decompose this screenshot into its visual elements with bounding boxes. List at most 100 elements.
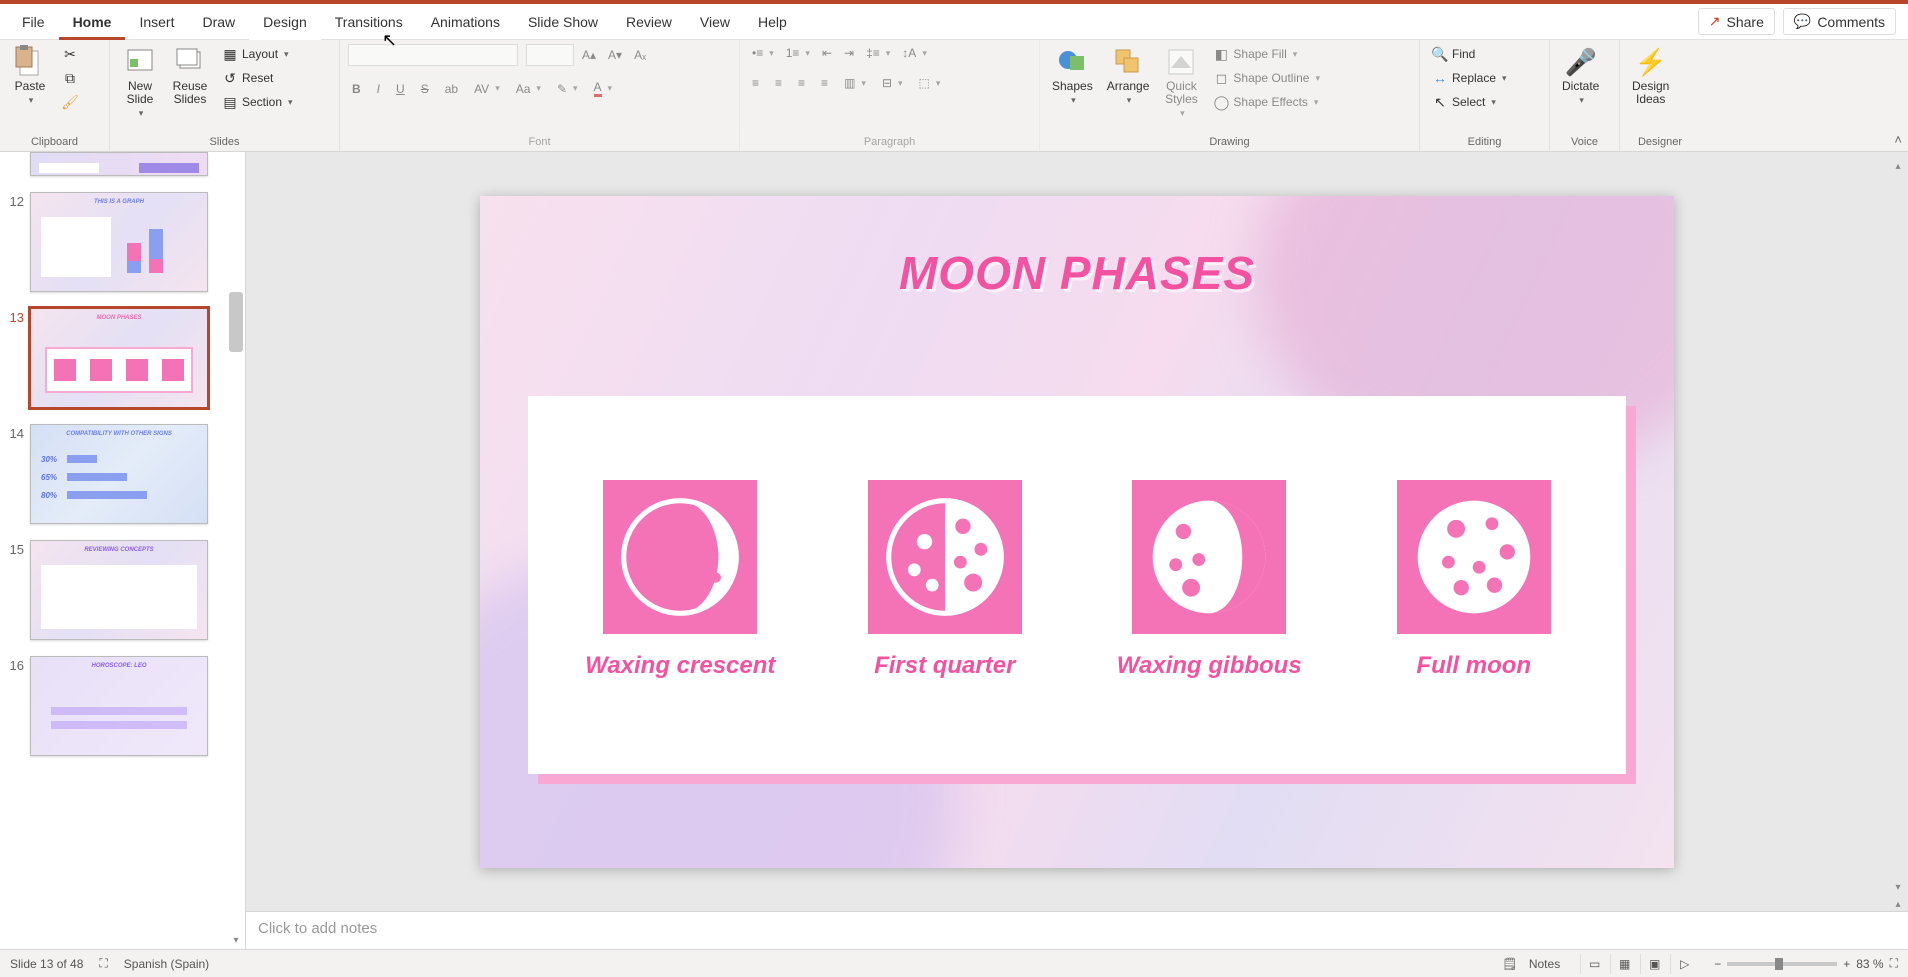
text-shadow-button[interactable]: ab [441,80,462,98]
select-button[interactable]: ↖Select▾ [1428,92,1500,112]
increase-font-button[interactable]: A▴ [578,46,600,64]
quick-styles-button[interactable]: Quick Styles ▾ [1159,44,1203,121]
font-size-input[interactable] [526,44,574,66]
content-card[interactable]: Waxing crescent [528,396,1626,774]
scroll-down-icon[interactable]: ▾ [229,933,243,947]
reading-view-button[interactable]: ▣ [1640,954,1668,974]
slide-thumb-15[interactable]: 15 REVIEWING CONCEPTS [4,540,237,640]
collapse-ribbon-button[interactable]: ˄ [1894,132,1902,147]
tab-file[interactable]: File [8,4,59,40]
editor-scrollbar[interactable]: ▴ ▾ [1890,158,1906,895]
scroll-up-icon[interactable]: ▴ [1890,158,1906,174]
slideshow-view-button[interactable]: ▷ [1670,954,1698,974]
reuse-slides-button[interactable]: Reuse Slides [168,44,212,108]
sorter-view-button[interactable]: ▦ [1610,954,1638,974]
section-button[interactable]: ▤Section▾ [218,92,297,112]
tab-review[interactable]: Review [612,4,686,40]
quick-styles-label: Quick Styles [1165,80,1198,106]
design-ideas-button[interactable]: ⚡ Design Ideas [1628,44,1673,108]
numbering-button[interactable]: 1≡▾ [782,44,814,62]
reset-button[interactable]: ↺Reset [218,68,277,88]
shape-fill-button[interactable]: ◧Shape Fill▾ [1209,44,1301,64]
align-left-button[interactable]: ≡ [748,74,763,92]
zoom-in-button[interactable]: + [1843,957,1850,971]
italic-button[interactable]: I [373,80,384,98]
replace-button[interactable]: ↔Replace▾ [1428,68,1511,88]
strike-button[interactable]: S [417,80,433,98]
layout-button[interactable]: ▦Layout▾ [218,44,293,64]
text-direction-button[interactable]: ↕A▾ [898,44,931,62]
canvas[interactable]: MOON PHASES [246,152,1908,911]
shapes-button[interactable]: Shapes ▾ [1048,44,1097,108]
slide-thumb-11-partial[interactable] [4,156,237,176]
share-button[interactable]: ↗ Share [1698,8,1775,35]
tab-draw[interactable]: Draw [188,4,249,40]
slide-title[interactable]: MOON PHASES [480,196,1674,300]
select-label: Select [1452,95,1485,109]
justify-button[interactable]: ≡ [817,74,832,92]
paste-button[interactable]: Paste ▾ [8,44,52,108]
new-slide-button[interactable]: New Slide ▾ [118,44,162,121]
cut-button[interactable]: ✂ [58,44,82,64]
slide-thumb-13[interactable]: 13 MOON PHASES [4,308,237,408]
underline-button[interactable]: U [392,80,409,98]
slide-thumb-14[interactable]: 14 COMPATIBILITY WITH OTHER SIGNS 30% 65… [4,424,237,524]
clear-formatting-button[interactable]: Aₓ [630,46,650,64]
phase-full-moon[interactable]: Full moon [1352,480,1597,680]
zoom-handle[interactable] [1775,958,1783,970]
accessibility-icon[interactable]: ⛶ [99,956,107,971]
copy-button[interactable]: ⧉ [58,68,82,88]
find-button[interactable]: 🔍Find [1428,44,1479,64]
zoom-out-button[interactable]: − [1714,957,1721,971]
highlight-button[interactable]: ✎▾ [553,80,582,98]
tab-design[interactable]: Design [249,4,321,40]
fit-to-window-button[interactable]: ⛶ [1890,956,1898,971]
prev-slide-button[interactable]: ▴ [1890,897,1906,911]
columns-button[interactable]: ▥▾ [840,74,870,92]
tab-transitions[interactable]: Transitions [321,4,417,40]
comments-button[interactable]: 💬 Comments [1783,8,1896,35]
bold-button[interactable]: B [348,80,365,98]
format-painter-button[interactable]: 🖌 [58,92,82,112]
slide-thumb-16[interactable]: 16 HOROSCOPE: LEO [4,656,237,756]
chevron-down-icon: ▾ [1071,95,1076,106]
tab-view[interactable]: View [686,4,744,40]
phase-first-quarter[interactable]: First quarter [823,480,1068,680]
decrease-font-button[interactable]: A▾ [604,46,626,64]
shape-effects-button[interactable]: ◯Shape Effects▾ [1209,92,1322,112]
tab-help[interactable]: Help [744,4,801,40]
scroll-down-icon[interactable]: ▾ [1890,879,1906,895]
shape-outline-button[interactable]: ◻Shape Outline▾ [1209,68,1324,88]
phase-waxing-gibbous[interactable]: Waxing gibbous [1087,480,1332,680]
slide[interactable]: MOON PHASES [480,196,1674,868]
chevron-down-icon: ▾ [1315,73,1320,84]
font-family-input[interactable] [348,44,518,66]
align-right-button[interactable]: ≡ [794,74,809,92]
zoom-percent[interactable]: 83 % [1856,957,1883,971]
tab-slideshow[interactable]: Slide Show [514,4,612,40]
status-language[interactable]: Spanish (Spain) [124,957,209,971]
thumbnails-scrollbar[interactable] [229,292,243,352]
align-center-button[interactable]: ≡ [771,74,786,92]
bullets-button[interactable]: •≡▾ [748,44,778,62]
tab-home[interactable]: Home [59,4,126,40]
smartart-button[interactable]: ⬚▾ [915,74,945,92]
notes-toggle-button[interactable]: 🗒 Notes [1498,955,1564,973]
align-text-button[interactable]: ⊟▾ [878,74,907,92]
slide-thumb-12[interactable]: 12 THIS IS A GRAPH [4,192,237,292]
change-case-button[interactable]: Aa▾ [512,80,545,98]
line-spacing-button[interactable]: ‡≡▾ [862,44,894,62]
phase-waxing-crescent[interactable]: Waxing crescent [558,480,803,680]
increase-indent-button[interactable]: ⇥ [840,44,858,62]
notes-pane[interactable]: Click to add notes [246,911,1908,949]
font-color-button[interactable]: A▾ [590,78,617,99]
dictate-button[interactable]: 🎤 Dictate ▾ [1558,44,1603,108]
arrange-button[interactable]: Arrange ▾ [1103,44,1154,108]
tab-insert[interactable]: Insert [125,4,188,40]
decrease-indent-button[interactable]: ⇤ [818,44,836,62]
zoom-slider[interactable] [1727,962,1837,966]
normal-view-button[interactable]: ▭ [1580,954,1608,974]
char-spacing-button[interactable]: AV▾ [470,80,504,98]
tab-animations[interactable]: Animations [417,4,514,40]
thumb-title: THIS IS A GRAPH [31,193,207,205]
